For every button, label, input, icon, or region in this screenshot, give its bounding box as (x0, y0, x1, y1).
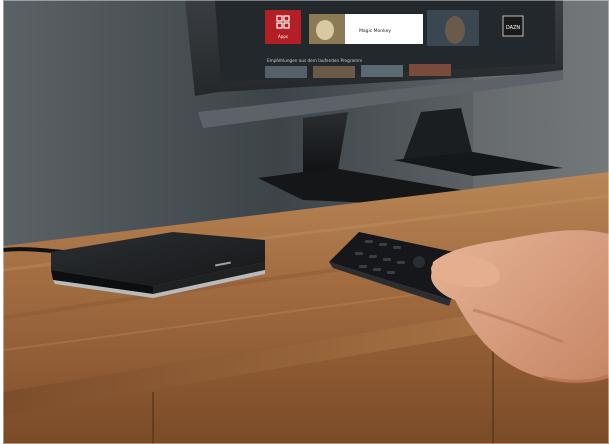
tv-section-title: Empfehlungen aus dem laufenden Programm (267, 58, 362, 63)
dazn-logo: DAZN (506, 25, 521, 31)
preview-figure (445, 16, 465, 44)
photo-scene: Apps Magic Monkey DAZN Empfehlungen aus … (3, 0, 609, 444)
row-thumb-3 (361, 65, 403, 77)
tile-magic-monkey-label: Magic Monkey (359, 28, 391, 34)
row-thumb-2 (313, 66, 355, 78)
poster-figure (316, 20, 334, 40)
scene-illustration: Apps Magic Monkey DAZN Empfehlungen aus … (3, 0, 609, 444)
tile-apps-label: Apps (278, 34, 288, 39)
row-thumb-1 (265, 66, 307, 78)
row-thumb-4 (409, 64, 451, 76)
